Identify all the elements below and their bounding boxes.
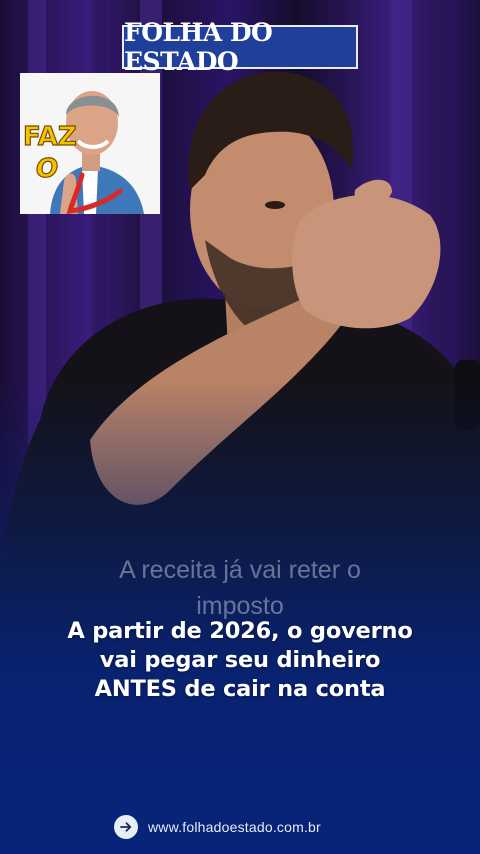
sticker-faz: FAZ: [23, 122, 77, 152]
inset-photo: FAZ O: [20, 73, 160, 214]
headline-line-3: ANTES de cair na conta: [94, 676, 386, 702]
headline: A partir de 2026, o governo vai pegar se…: [20, 617, 460, 704]
arrow-right-glyph: [120, 822, 132, 832]
brand-logo: FOLHA DO ESTADO: [122, 18, 358, 76]
arrow-right-icon[interactable]: [114, 815, 138, 839]
subtitle-line-1: A receita já vai reter o: [119, 556, 361, 584]
footer-link[interactable]: www.folhadoestado.com.br: [114, 815, 321, 839]
video-subtitle: A receita já vai reter o imposto: [40, 552, 440, 624]
sticker-o: O: [36, 154, 58, 184]
headline-line-1: A partir de 2026, o governo: [67, 618, 413, 644]
inset-portrait-illustration: FAZ O: [20, 73, 160, 214]
website-url[interactable]: www.folhadoestado.com.br: [148, 819, 321, 835]
headline-line-2: vai pegar seu dinheiro: [99, 647, 381, 673]
